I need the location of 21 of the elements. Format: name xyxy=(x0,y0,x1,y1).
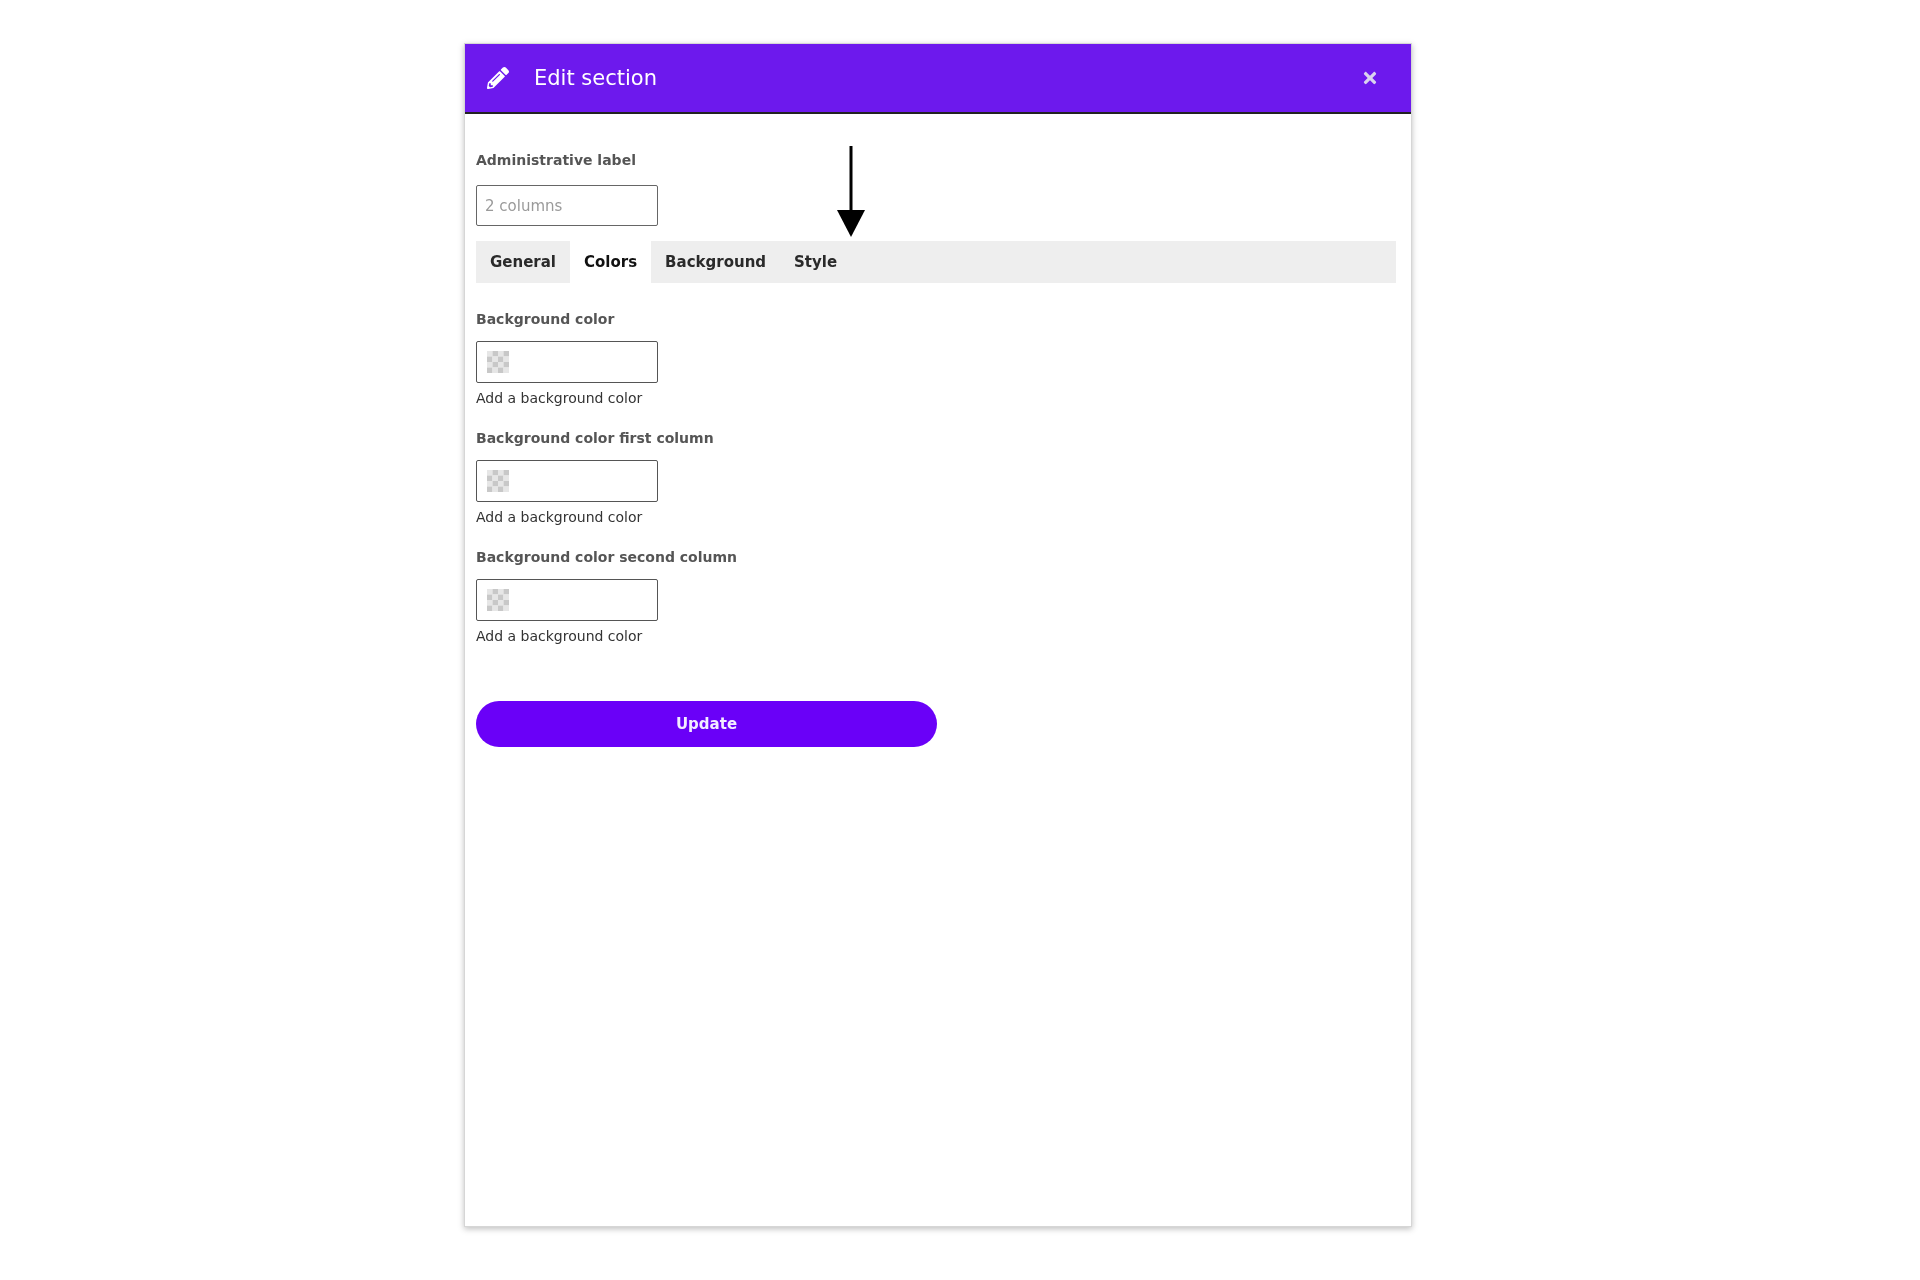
color-picker-field[interactable] xyxy=(476,460,658,502)
color-picker-field[interactable] xyxy=(476,579,658,621)
help-text: Add a background color xyxy=(476,628,643,644)
field-label: Background color second column xyxy=(476,548,738,567)
tab[interactable]: Background xyxy=(651,241,781,283)
input-field[interactable]: 2 columns xyxy=(476,185,658,226)
tab[interactable]: General xyxy=(476,241,570,283)
checkerboard-icon xyxy=(487,351,509,373)
dialog-title: Edit section xyxy=(534,65,658,92)
pencil-icon xyxy=(487,67,509,89)
checkerboard-icon xyxy=(487,470,509,492)
help-text: Add a background color xyxy=(476,390,643,406)
help-text: Add a background color xyxy=(476,509,643,525)
field-label: Background color xyxy=(476,310,615,329)
update-button[interactable]: Update xyxy=(476,701,937,747)
color-picker-field[interactable] xyxy=(476,341,658,383)
field-label: Background color first column xyxy=(476,429,714,448)
field-label: Administrative label xyxy=(476,151,636,170)
checkerboard-icon xyxy=(487,589,509,611)
tab[interactable]: Colors xyxy=(570,241,652,283)
tab[interactable]: Style xyxy=(780,241,852,283)
